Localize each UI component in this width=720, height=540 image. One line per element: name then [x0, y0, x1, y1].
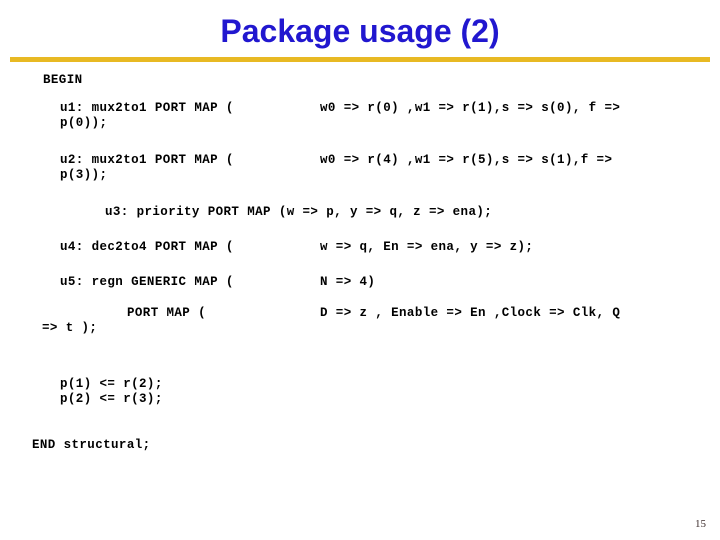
code-statement-u1-right: w0 => r(0) ,w1 => r(1),s => s(0), f => [320, 101, 621, 115]
code-assignment-2: p(2) <= r(3); [60, 392, 163, 406]
code-statement-u5-left: u5: regn GENERIC MAP ( [60, 275, 234, 289]
code-statement-u1-continuation: p(0)); [60, 116, 108, 130]
slide-canvas: Package usage (2) BEGIN u1: mux2to1 PORT… [0, 0, 720, 540]
code-block: BEGIN u1: mux2to1 PORT MAP ( w0 => r(0) … [0, 68, 720, 468]
code-statement-u3-left: u3: priority PORT MAP (w => p, y => q, z… [105, 205, 493, 219]
code-statement-u4-right: w => q, En => ena, y => z); [320, 240, 534, 254]
code-statement-u5-port-right: D => z , Enable => En ,Clock => Clk, Q [320, 306, 621, 320]
code-statement-u2-right: w0 => r(4) ,w1 => r(5),s => s(1),f => [320, 153, 613, 167]
code-assignment-1: p(1) <= r(2); [60, 377, 163, 391]
code-keyword-begin: BEGIN [43, 73, 83, 87]
code-statement-u1-left: u1: mux2to1 PORT MAP ( [60, 101, 234, 115]
page-number: 15 [695, 518, 706, 530]
code-statement-u5-port-continuation: => t ); [42, 321, 98, 335]
code-statement-u5-port-left: PORT MAP ( [127, 306, 207, 320]
code-statement-u2-continuation: p(3)); [60, 168, 108, 182]
code-keyword-end: END structural; [32, 438, 151, 452]
code-statement-u4-left: u4: dec2to4 PORT MAP ( [60, 240, 234, 254]
code-statement-u2-left: u2: mux2to1 PORT MAP ( [60, 153, 234, 167]
page-title: Package usage (2) [220, 13, 500, 49]
code-statement-u5-right: N => 4) [320, 275, 376, 289]
title-divider-rule [10, 57, 710, 62]
